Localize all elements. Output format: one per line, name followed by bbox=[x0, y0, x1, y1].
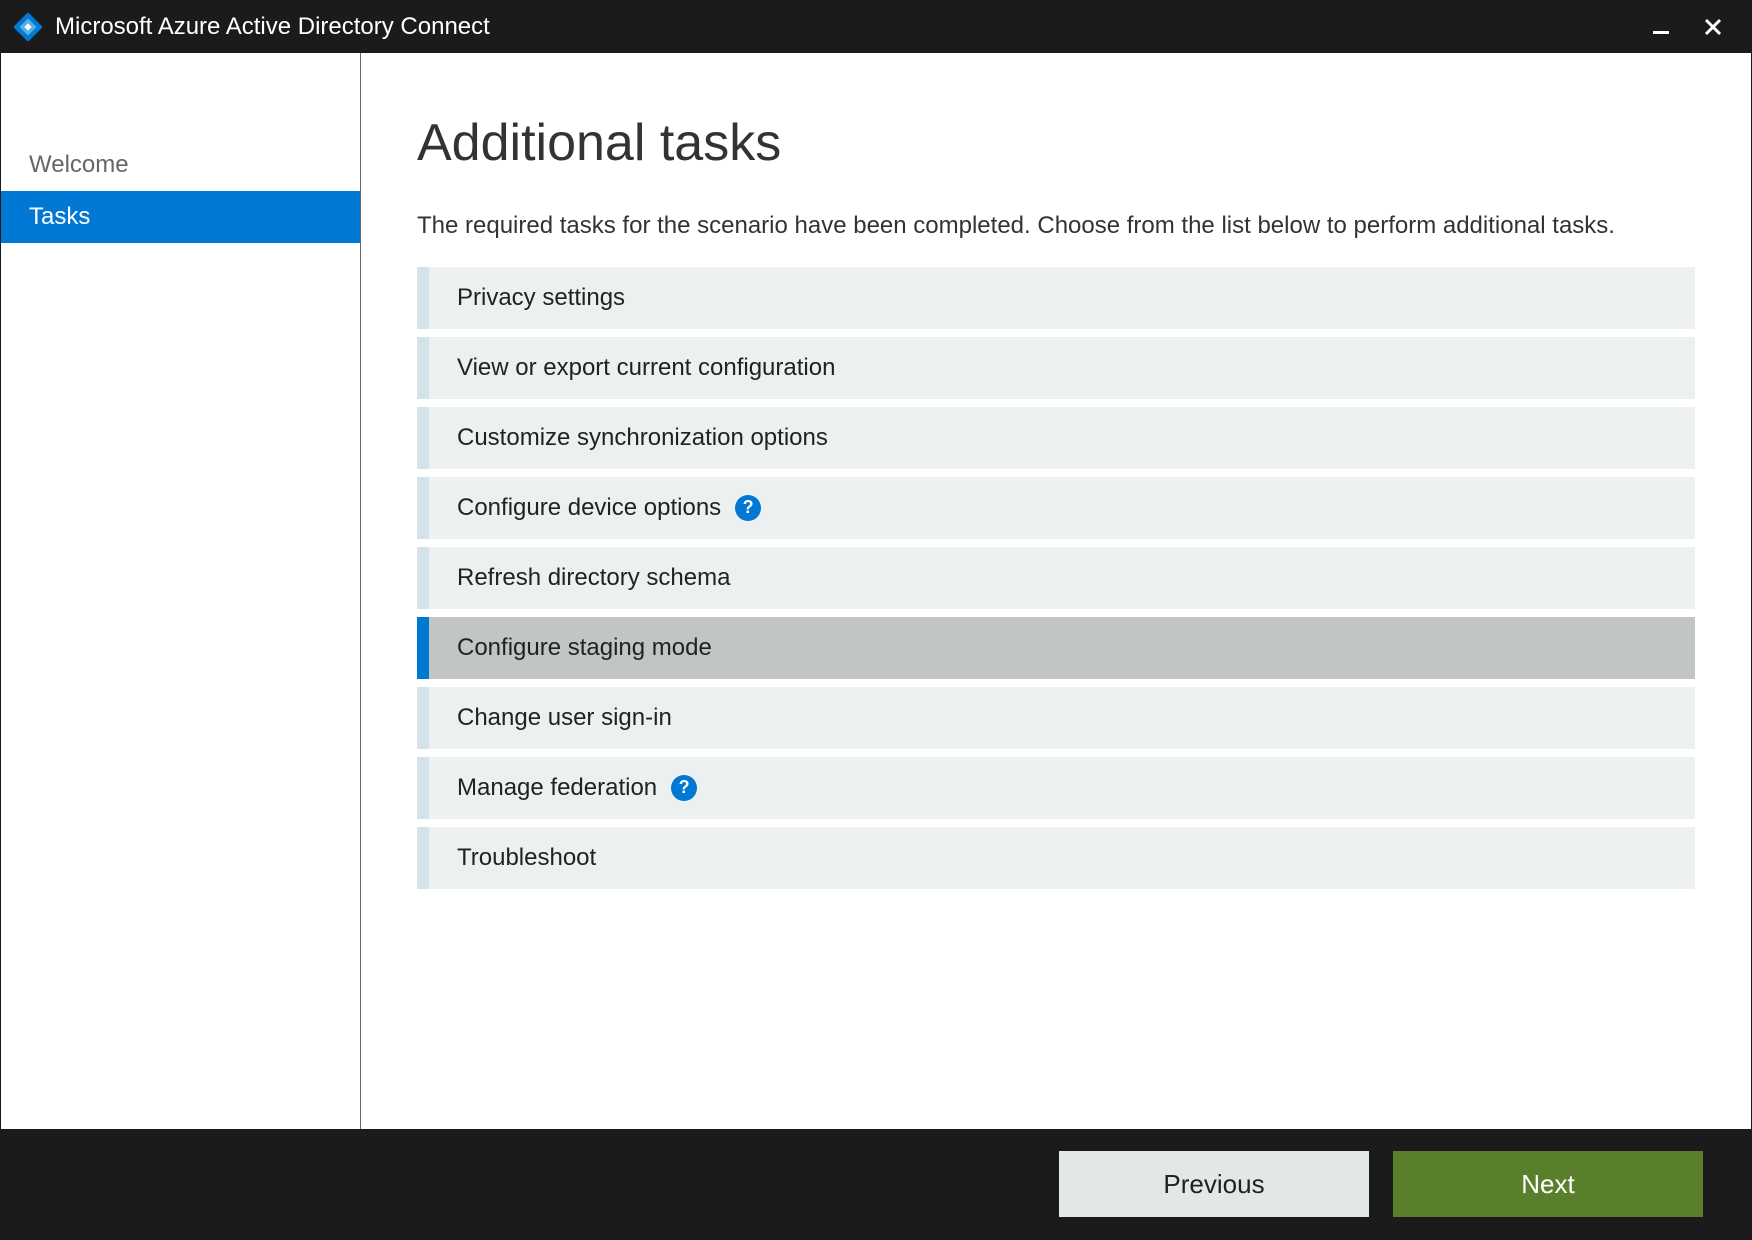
page-description: The required tasks for the scenario have… bbox=[417, 209, 1695, 243]
help-icon[interactable]: ? bbox=[735, 495, 761, 521]
titlebar: Microsoft Azure Active Directory Connect bbox=[1, 1, 1751, 53]
task-accent-bar bbox=[417, 267, 429, 329]
task-label: Change user sign-in bbox=[457, 704, 672, 732]
task-label: Manage federation bbox=[457, 774, 657, 802]
sidebar-item-welcome[interactable]: Welcome bbox=[1, 139, 360, 191]
help-icon[interactable]: ? bbox=[671, 775, 697, 801]
task-label: Configure device options bbox=[457, 494, 721, 522]
task-label: Configure staging mode bbox=[457, 634, 712, 662]
task-list: Privacy settings View or export current … bbox=[417, 267, 1695, 889]
content-area: Welcome Tasks Additional tasks The requi… bbox=[1, 53, 1751, 1129]
main-panel: Additional tasks The required tasks for … bbox=[361, 53, 1751, 1129]
task-accent-bar bbox=[417, 477, 429, 539]
task-troubleshoot[interactable]: Troubleshoot bbox=[417, 827, 1695, 889]
close-button[interactable] bbox=[1699, 13, 1727, 41]
window-title: Microsoft Azure Active Directory Connect bbox=[55, 13, 1647, 41]
sidebar-item-label: Tasks bbox=[29, 203, 90, 231]
task-change-user-signin[interactable]: Change user sign-in bbox=[417, 687, 1695, 749]
sidebar: Welcome Tasks bbox=[1, 53, 361, 1129]
page-title: Additional tasks bbox=[417, 113, 1695, 173]
task-accent-bar bbox=[417, 827, 429, 889]
task-customize-sync[interactable]: Customize synchronization options bbox=[417, 407, 1695, 469]
azure-logo-icon bbox=[13, 12, 43, 42]
task-refresh-schema[interactable]: Refresh directory schema bbox=[417, 547, 1695, 609]
task-label: Troubleshoot bbox=[457, 844, 596, 872]
task-accent-bar bbox=[417, 757, 429, 819]
app-window: Microsoft Azure Active Directory Connect… bbox=[0, 0, 1752, 1240]
task-configure-staging-mode[interactable]: Configure staging mode bbox=[417, 617, 1695, 679]
task-label: Refresh directory schema bbox=[457, 564, 730, 592]
task-manage-federation[interactable]: Manage federation ? bbox=[417, 757, 1695, 819]
window-controls bbox=[1647, 13, 1743, 41]
task-label: Privacy settings bbox=[457, 284, 625, 312]
task-label: Customize synchronization options bbox=[457, 424, 828, 452]
task-accent-bar bbox=[417, 337, 429, 399]
task-accent-bar bbox=[417, 407, 429, 469]
task-accent-bar bbox=[417, 687, 429, 749]
task-configure-device-options[interactable]: Configure device options ? bbox=[417, 477, 1695, 539]
task-accent-bar bbox=[417, 547, 429, 609]
task-accent-bar bbox=[417, 617, 429, 679]
sidebar-item-tasks[interactable]: Tasks bbox=[1, 191, 360, 243]
task-view-export-config[interactable]: View or export current configuration bbox=[417, 337, 1695, 399]
sidebar-item-label: Welcome bbox=[29, 151, 129, 179]
task-privacy-settings[interactable]: Privacy settings bbox=[417, 267, 1695, 329]
task-label: View or export current configuration bbox=[457, 354, 835, 382]
minimize-button[interactable] bbox=[1647, 13, 1675, 41]
footer: Previous Next bbox=[1, 1129, 1751, 1239]
previous-button[interactable]: Previous bbox=[1059, 1151, 1369, 1217]
next-button[interactable]: Next bbox=[1393, 1151, 1703, 1217]
